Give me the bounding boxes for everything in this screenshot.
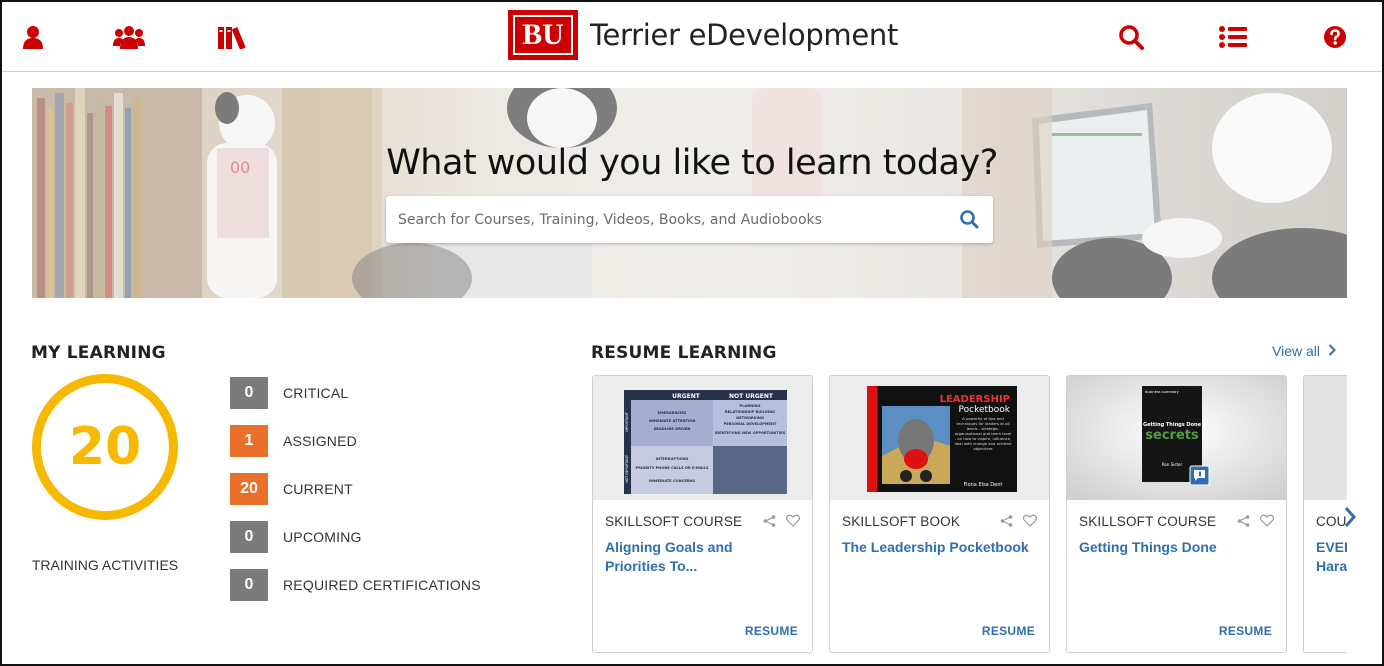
user-icon[interactable] <box>16 20 50 54</box>
heart-icon[interactable] <box>785 514 801 532</box>
card-title[interactable]: Aligning Goals and Priorities To... <box>605 538 795 576</box>
my-learning-title: MY LEARNING <box>31 343 166 363</box>
book-thumbnail: LEADERSHIP Pocketbook A powerful of tips… <box>830 376 1049 500</box>
matrix-text: IDENTIFYING NEW OPPORTUNITIES <box>715 431 786 435</box>
matrix-text: NETWORKING <box>736 416 764 420</box>
resume-learning-carousel: URGENT NOT URGENT IMPORTANT NOT IMPORTAN… <box>592 375 1347 655</box>
users-icon[interactable] <box>112 20 146 54</box>
card-title-line: EVER <box>1316 539 1347 555</box>
search-submit-icon[interactable] <box>959 209 981 231</box>
view-all-label: View all <box>1272 343 1320 359</box>
stat-current[interactable]: 20 CURRENT <box>230 473 353 505</box>
share-icon[interactable] <box>1000 514 1013 532</box>
course-thumbnail <box>1304 376 1347 500</box>
book-cover-subtitle: Pocketbook <box>959 405 1011 415</box>
card-type: SKILLSOFT COURSE <box>605 514 743 529</box>
card-type: SKILLSOFT BOOK <box>842 514 961 529</box>
matrix-row-label: NOT IMPORTANT <box>625 454 629 483</box>
stat-critical[interactable]: 0 CRITICAL <box>230 377 348 409</box>
training-activities-total[interactable]: 20 <box>32 374 178 520</box>
stat-label: UPCOMING <box>283 529 362 545</box>
list-icon[interactable] <box>1216 20 1250 54</box>
matrix-text: IMMEDIATE CONCERNS <box>649 479 695 483</box>
hero-background-image: 00 <box>32 88 1347 298</box>
stat-label: ASSIGNED <box>283 433 357 449</box>
stat-assigned[interactable]: 1 ASSIGNED <box>230 425 357 457</box>
matrix-row-label: IMPORTANT <box>625 411 629 431</box>
course-thumbnail: business summary Getting Things Done sec… <box>1067 376 1286 500</box>
card-title[interactable]: Getting Things Done <box>1079 538 1269 557</box>
book-author: Fiona Elsa Dent <box>964 482 1003 488</box>
hero-headline: What would you like to learn today? <box>386 143 998 183</box>
matrix-text: DEADLINE DRIVEN <box>654 427 691 431</box>
book-card[interactable]: LEADERSHIP Pocketbook A powerful of tips… <box>829 375 1050 653</box>
book-publisher: business summary <box>1145 390 1180 394</box>
course-card[interactable]: business summary Getting Things Done sec… <box>1066 375 1287 653</box>
help-icon[interactable] <box>1318 20 1352 54</box>
hero-banner: 00 <box>32 88 1347 298</box>
stat-count: 0 <box>230 377 268 409</box>
stat-count: 20 <box>230 473 268 505</box>
search-input[interactable] <box>386 196 946 243</box>
heart-icon[interactable] <box>1259 514 1275 532</box>
share-icon[interactable] <box>763 514 776 532</box>
app-title: Terrier eDevelopment <box>590 18 899 52</box>
card-actions <box>763 514 801 532</box>
resume-button[interactable]: RESUME <box>982 624 1035 638</box>
resume-button[interactable]: RESUME <box>745 624 798 638</box>
chevron-right-icon <box>1344 507 1357 527</box>
matrix-text: EMERGENCIES <box>658 411 687 415</box>
card-title[interactable]: EVER Hara <box>1316 538 1347 576</box>
stat-count: 1 <box>230 425 268 457</box>
training-activities-label: TRAINING ACTIVITIES <box>31 557 179 573</box>
card-title-line: Hara <box>1316 558 1347 574</box>
matrix-text: RELATIONSHIP BUILDING <box>725 410 775 414</box>
view-all-link[interactable]: View all <box>1272 343 1336 359</box>
card-actions <box>1237 514 1275 532</box>
course-card[interactable]: COU EVER Hara <box>1303 375 1347 653</box>
training-activities-count: 20 <box>68 417 142 477</box>
stat-required-certifications[interactable]: 0 REQUIRED CERTIFICATIONS <box>230 569 481 601</box>
card-title[interactable]: The Leadership Pocketbook <box>842 538 1032 557</box>
card-type: SKILLSOFT COURSE <box>1079 514 1217 529</box>
course-thumbnail: URGENT NOT URGENT IMPORTANT NOT IMPORTAN… <box>593 376 812 500</box>
bu-logo: BU <box>508 10 578 60</box>
search-box <box>386 196 993 243</box>
matrix-text: INTERRUPTIONS <box>656 457 689 461</box>
stat-count: 0 <box>230 521 268 553</box>
matrix-header: NOT URGENT <box>729 393 774 400</box>
heart-icon[interactable] <box>1022 514 1038 532</box>
matrix-header: URGENT <box>672 393 701 400</box>
stat-label: CURRENT <box>283 481 353 497</box>
share-icon[interactable] <box>1237 514 1250 532</box>
search-icon[interactable] <box>1114 20 1148 54</box>
stat-label: CRITICAL <box>283 385 349 401</box>
carousel-next-button[interactable] <box>1343 506 1365 530</box>
book-cover-word: secrets <box>1145 428 1199 443</box>
library-icon[interactable] <box>216 20 250 54</box>
stat-count: 0 <box>230 569 268 601</box>
matrix-text: PRIORITY PHONE CALLS OR E-MAILS <box>635 466 708 470</box>
resume-learning-title: RESUME LEARNING <box>591 343 777 363</box>
card-actions <box>1000 514 1038 532</box>
top-navigation-bar: BU Terrier eDevelopment <box>2 2 1382 72</box>
matrix-text: PERSONAL DEVELOPMENT <box>724 422 777 426</box>
stat-upcoming[interactable]: 0 UPCOMING <box>230 521 362 553</box>
matrix-text: PLANNING <box>739 404 760 408</box>
stat-label: REQUIRED CERTIFICATIONS <box>283 577 481 593</box>
book-cover-title: LEADERSHIP <box>940 394 1010 405</box>
book-author: Ron Sister <box>1162 462 1183 467</box>
chevron-right-icon <box>1328 343 1336 359</box>
resume-button[interactable]: RESUME <box>1219 624 1272 638</box>
brand[interactable]: BU Terrier eDevelopment <box>508 9 898 61</box>
matrix-text: IMMEDIATE ATTENTION <box>649 419 696 423</box>
book-blurb: A powerful of tips and techniques for le… <box>954 416 1012 451</box>
course-card[interactable]: URGENT NOT URGENT IMPORTANT NOT IMPORTAN… <box>592 375 813 653</box>
